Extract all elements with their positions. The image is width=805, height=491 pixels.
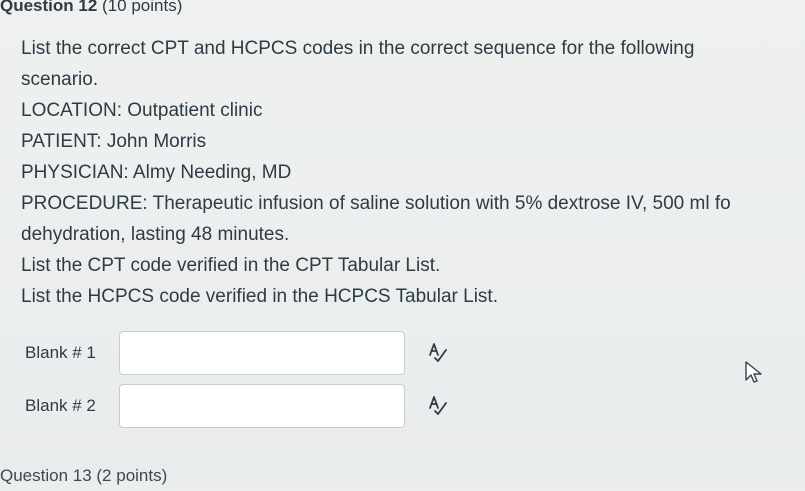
blank-2-label: Blank # 2 [25, 396, 96, 415]
question-points: (10 points) [102, 0, 183, 15]
question-line: List the CPT code verified in the CPT Ta… [21, 255, 441, 276]
blank-2-input[interactable] [119, 384, 405, 428]
question-line: List the correct CPT and HCPCS codes in … [21, 38, 695, 59]
question-line: scenario. [21, 69, 99, 90]
question-line: PATIENT: John Morris [21, 131, 207, 152]
question-header: Question 12 (10 points) [0, 0, 182, 18]
mouse-cursor-icon [744, 360, 762, 384]
question-title: Question 12 [0, 0, 98, 15]
next-question-title: Question 13 (2 points) [0, 466, 168, 485]
question-line: PROCEDURE: Therapeutic infusion of salin… [21, 193, 731, 214]
quiz-screen: Question 12 (10 points) List the correct… [0, 0, 805, 485]
question-line: LOCATION: Outpatient clinic [21, 100, 263, 121]
blank-1-input[interactable] [119, 331, 405, 375]
blank-2-row: Blank # 2 [25, 384, 451, 428]
spellcheck-icon[interactable] [425, 393, 451, 419]
spellcheck-icon[interactable] [425, 340, 451, 366]
question-line: PHYSICIAN: Almy Needing, MD [21, 162, 292, 183]
question-text: List the correct CPT and HCPCS codes in … [21, 33, 805, 312]
question-line: List the HCPCS code verified in the HCPC… [21, 286, 498, 307]
question-line: dehydration, lasting 48 minutes. [21, 224, 290, 245]
blank-1-row: Blank # 1 [25, 331, 451, 375]
blank-1-label: Blank # 1 [25, 343, 96, 362]
